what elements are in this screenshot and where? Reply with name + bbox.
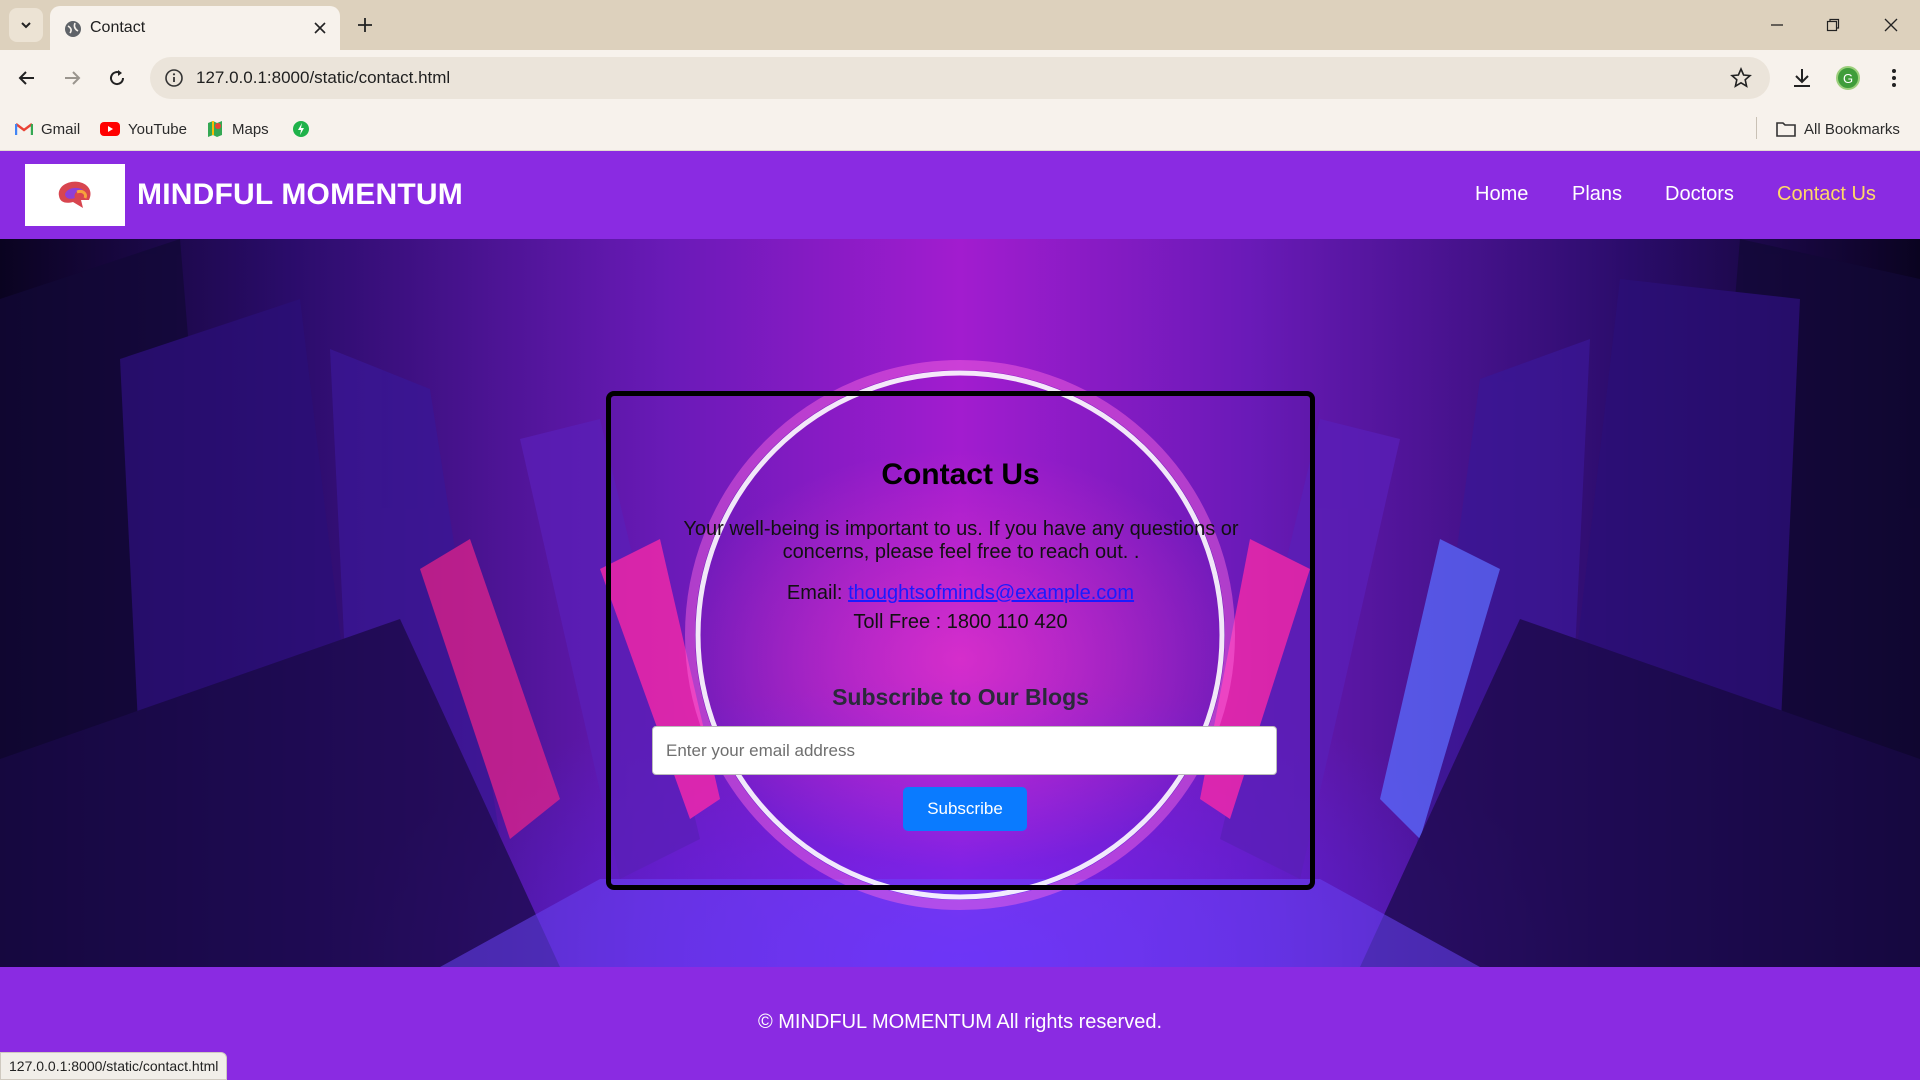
plus-icon	[358, 18, 372, 32]
bookmark-label: Maps	[232, 120, 269, 138]
site-logo[interactable]	[25, 164, 125, 226]
tab-search-button[interactable]	[9, 8, 43, 42]
site-info-icon[interactable]	[164, 68, 184, 88]
contact-email-line: Email: thoughtsofminds@example.com	[611, 582, 1310, 605]
minimize-icon	[1771, 24, 1783, 26]
bookmark-maps[interactable]: Maps	[206, 118, 269, 140]
footer-copyright: © MINDFUL MOMENTUM All rights reserved.	[757, 1011, 1163, 1033]
downloads-button[interactable]	[1786, 62, 1818, 94]
download-icon	[1794, 69, 1810, 87]
toll-free-number: Toll Free : 1800 110 420	[853, 611, 1068, 633]
bookmark-youtube[interactable]: YouTube	[100, 118, 187, 140]
browser-tab[interactable]: Contact	[50, 6, 340, 50]
nav-plans[interactable]: Plans	[1572, 183, 1622, 206]
brain-logo-icon	[58, 181, 91, 208]
nav-home[interactable]: Home	[1475, 183, 1528, 206]
site-header: MINDFUL MOMENTUM Home Plans Doctors Cont…	[0, 151, 1920, 239]
bookmarks-divider	[1756, 117, 1757, 139]
link-status-bar: 127.0.0.1:8000/static/contact.html	[0, 1052, 228, 1080]
maps-icon	[208, 121, 222, 137]
nav-contact-us[interactable]: Contact Us	[1777, 183, 1876, 206]
globe-icon	[65, 21, 81, 37]
browser-toolbar: 127.0.0.1:8000/static/contact.html G	[0, 50, 1920, 107]
folder-icon	[1776, 122, 1796, 137]
contact-title: Contact Us	[881, 458, 1040, 491]
tab-title: Contact	[90, 19, 146, 36]
address-url: 127.0.0.1:8000/static/contact.html	[196, 68, 451, 87]
reload-button[interactable]	[101, 62, 133, 94]
avatar: G	[1836, 66, 1860, 90]
all-bookmarks-button[interactable]: All Bookmarks	[1776, 118, 1900, 140]
close-icon	[1884, 18, 1898, 32]
forward-button[interactable]	[56, 62, 88, 94]
bookmarks-bar: Gmail YouTube Maps All Bookmarks	[0, 107, 1920, 151]
arrow-right-icon	[65, 71, 81, 85]
subscribe-title: Subscribe to Our Blogs	[832, 684, 1089, 710]
youtube-icon	[100, 122, 120, 136]
gmail-icon	[15, 123, 33, 135]
browser-tab-bar: Contact	[0, 0, 1920, 50]
kebab-menu-icon	[1892, 69, 1896, 87]
star-icon[interactable]	[1730, 67, 1752, 89]
subscribe-email-input[interactable]	[652, 726, 1277, 775]
contact-card: Contact Us Your well-being is important …	[606, 391, 1315, 890]
chevron-down-icon	[21, 22, 31, 29]
browser-menu-button[interactable]	[1878, 62, 1910, 94]
bookmark-label: Gmail	[41, 120, 81, 138]
green-extension-icon	[293, 121, 309, 137]
bookmark-label: YouTube	[128, 120, 187, 138]
email-link[interactable]: thoughtsofminds@example.com	[848, 582, 1134, 604]
site-brand: MINDFUL MOMENTUM	[137, 178, 463, 211]
bookmark-gmail[interactable]: Gmail	[15, 118, 80, 140]
subscribe-button[interactable]: Subscribe	[903, 787, 1027, 831]
new-tab-button[interactable]	[352, 12, 378, 38]
email-label: Email:	[786, 582, 843, 604]
close-tab-icon[interactable]	[310, 18, 330, 38]
close-window-button[interactable]	[1876, 12, 1906, 38]
minimize-button[interactable]	[1762, 12, 1792, 38]
contact-description: Your well-being is important to us. If y…	[683, 518, 1239, 563]
reload-icon	[110, 70, 125, 86]
nav-doctors[interactable]: Doctors	[1665, 183, 1734, 206]
back-button[interactable]	[11, 62, 43, 94]
restore-button[interactable]	[1818, 12, 1848, 38]
address-bar[interactable]: 127.0.0.1:8000/static/contact.html	[150, 57, 1770, 99]
restore-icon	[1826, 18, 1840, 32]
bookmark-extension[interactable]	[292, 118, 310, 140]
arrow-left-icon	[18, 71, 34, 85]
all-bookmarks-label: All Bookmarks	[1804, 120, 1900, 138]
profile-button[interactable]: G	[1832, 62, 1864, 94]
site-footer: © MINDFUL MOMENTUM All rights reserved.	[0, 967, 1920, 1080]
